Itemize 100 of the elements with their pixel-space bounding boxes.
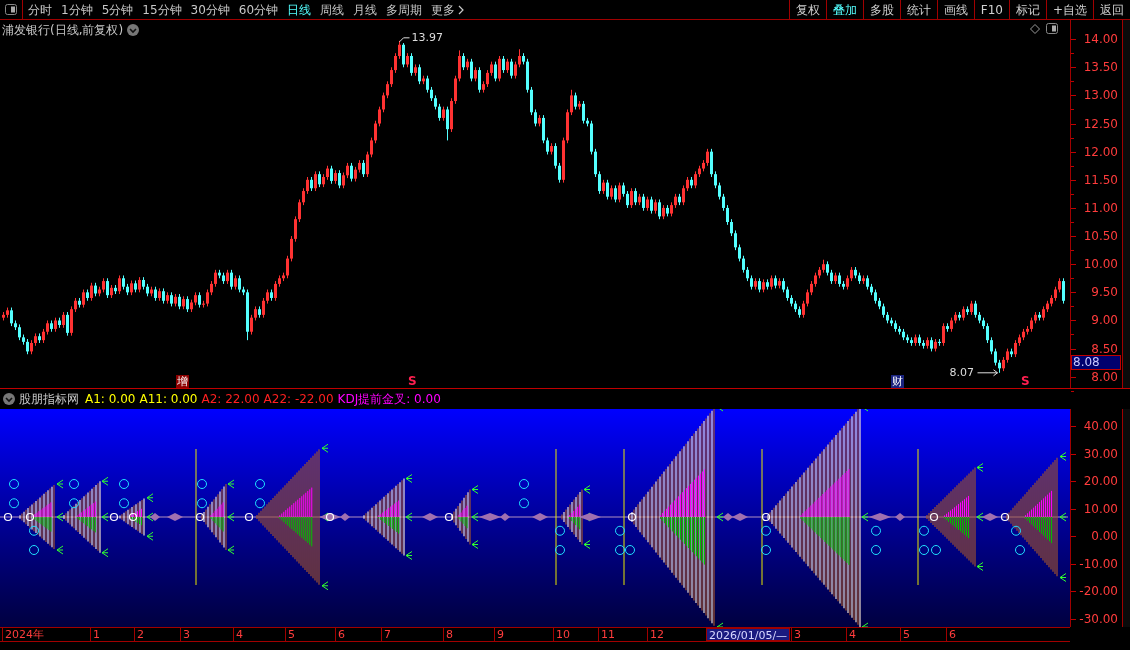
date-axis-label: 3 (180, 628, 190, 641)
candlestick (298, 199, 301, 223)
candlestick (618, 182, 621, 203)
indicator-axis-label: 0.00 (1090, 529, 1118, 543)
toolbar-button[interactable]: 多股 (862, 0, 900, 19)
toolbar-button[interactable]: +自选 (1045, 0, 1093, 19)
candlestick (250, 314, 253, 336)
price-axis-label: 9.00 (1090, 314, 1118, 327)
date-axis-label: 10 (553, 628, 570, 641)
candlestick (470, 58, 473, 82)
price-axis-label: 12.00 (1082, 145, 1118, 158)
candlestick (410, 52, 413, 77)
toolbar-button[interactable]: 画线 (936, 0, 974, 19)
period-tab[interactable]: 日线 (287, 0, 312, 19)
chevron-down-icon[interactable] (3, 393, 15, 405)
triangle-fan-drawing (117, 493, 154, 541)
diamond-icon[interactable] (1030, 23, 1040, 34)
ring-marker (1000, 512, 1010, 522)
sell-signal-marker: S (408, 375, 417, 388)
chart-title: 浦发银行(日线,前复权) (2, 22, 124, 39)
candlestick (710, 148, 713, 178)
diamond-marker (895, 513, 905, 521)
diamond-marker (982, 513, 998, 521)
candlestick (658, 199, 661, 220)
panel-toggle-icon[interactable] (5, 4, 17, 15)
candlestick (554, 142, 557, 170)
price-axis-label: 10.50 (1082, 230, 1118, 243)
ring-marker (25, 512, 35, 522)
period-tab[interactable]: 5分钟 (101, 0, 134, 19)
price-axis-label: 8.00 (1090, 370, 1118, 383)
candlestick (630, 187, 633, 209)
period-tab[interactable]: 周线 (320, 0, 345, 19)
candlestick (394, 52, 397, 74)
period-tab[interactable]: 分时 (28, 0, 52, 19)
candlestick (370, 137, 373, 158)
period-tab[interactable]: 30分钟 (190, 0, 230, 19)
candlestick (366, 151, 369, 178)
period-tab[interactable]: 月线 (353, 0, 378, 19)
candlestick (510, 58, 513, 80)
chevron-right-icon (458, 4, 465, 15)
toolbar-button[interactable]: 标记 (1008, 0, 1046, 19)
date-axis-label: 9 (494, 628, 504, 641)
circle-marker (555, 525, 565, 536)
candlestick (726, 204, 729, 226)
panel-toggle-icon[interactable] (1046, 23, 1058, 34)
indicator-value: A11: 0.00 (139, 391, 198, 408)
more-button[interactable]: 更多 (431, 0, 465, 19)
candlestick (398, 40, 401, 60)
candlestick (350, 162, 353, 182)
date-axis-label: 3 (791, 628, 801, 641)
candlestick (286, 255, 289, 279)
circle-marker (871, 545, 881, 555)
ring-marker (244, 512, 254, 522)
period-tab[interactable]: 多周期 (386, 0, 423, 19)
ring-marker (444, 512, 454, 522)
ring-marker (627, 512, 637, 522)
chevron-down-icon[interactable] (127, 24, 140, 36)
low-price-label: 8.07 (949, 366, 974, 379)
sell-signal-marker: S (1021, 375, 1030, 388)
event-marker[interactable]: 增 (176, 375, 189, 388)
circle-marker (919, 545, 929, 555)
triangle-fan-drawing (559, 485, 591, 549)
price-axis-label: 14.00 (1082, 33, 1118, 46)
candlestick (70, 305, 73, 337)
circle-marker (1011, 525, 1021, 536)
diamond-marker (532, 513, 548, 521)
candlestick (90, 282, 93, 302)
price-axis-label: 9.50 (1090, 286, 1118, 299)
date-axis-label: 5 (900, 628, 910, 641)
price-axis-label: 13.00 (1082, 89, 1118, 102)
date-axis-label: 7 (381, 628, 391, 641)
period-tab[interactable]: 1分钟 (61, 0, 93, 19)
circle-marker (255, 479, 265, 489)
toolbar-button[interactable]: 统计 (899, 0, 937, 19)
date-axis-label: 6 (335, 628, 345, 641)
candlestick (446, 106, 449, 141)
ring-marker (325, 512, 335, 522)
date-axis-label: 4 (233, 628, 243, 641)
circle-marker (197, 479, 207, 489)
price-axis-label: 8.50 (1090, 342, 1118, 355)
candlestick (118, 274, 121, 295)
circle-marker (761, 545, 771, 555)
toolbar-button[interactable]: 叠加 (825, 0, 863, 19)
indicator-axis-label: 10.00 (1082, 501, 1118, 516)
circle-marker (931, 545, 941, 555)
event-marker[interactable]: 财 (891, 375, 904, 388)
candlestick (106, 277, 109, 299)
candlestick (734, 229, 737, 251)
circle-marker (29, 525, 39, 536)
toolbar-button[interactable]: 返回 (1093, 0, 1130, 19)
candlestick (682, 184, 685, 206)
period-tab[interactable]: 60分钟 (238, 0, 279, 19)
toolbar-button[interactable]: F10 (973, 0, 1009, 19)
candlestick (390, 66, 393, 88)
ring-marker (3, 512, 13, 522)
diamond-marker (422, 513, 438, 521)
diamond-marker (579, 513, 601, 521)
circle-marker (1015, 545, 1025, 555)
toolbar-button[interactable]: 复权 (788, 0, 826, 19)
period-tab[interactable]: 15分钟 (142, 0, 182, 19)
